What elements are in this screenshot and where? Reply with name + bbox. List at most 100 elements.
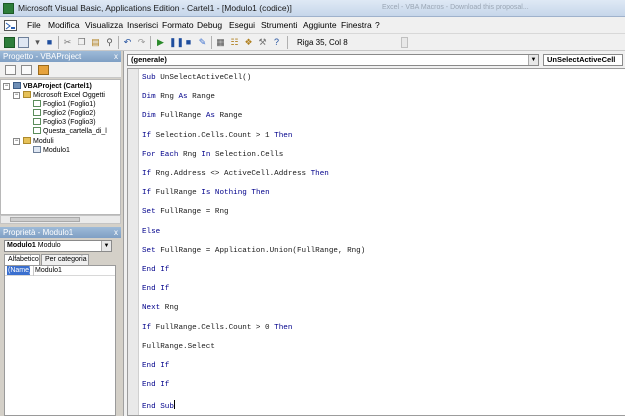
worksheet-icon	[33, 100, 41, 107]
code-editor[interactable]: Sub UnSelectActiveCell() Dim Rng As Range…	[127, 68, 625, 416]
workbook-icon	[33, 127, 41, 134]
properties-window-icon[interactable]: ☷	[229, 37, 240, 48]
menu-formato[interactable]: Formato	[162, 20, 194, 30]
collapse-icon[interactable]: −	[13, 138, 20, 145]
tree-node-foglio1[interactable]: Foglio1 (Foglio1)	[33, 100, 96, 109]
code-keyword: End If	[142, 285, 170, 294]
reset-icon[interactable]: ■	[183, 37, 194, 48]
collapse-icon[interactable]: −	[3, 83, 10, 90]
folder-icon	[23, 137, 31, 144]
paste-icon[interactable]: ▤	[90, 37, 101, 48]
view-object-icon[interactable]	[21, 65, 32, 75]
run-icon[interactable]: ▶	[155, 37, 166, 48]
property-row-name[interactable]: (Name) Modulo1	[5, 266, 115, 276]
tree-node-foglio3[interactable]: Foglio3 (Foglio3)	[33, 118, 96, 127]
menu-visualizza[interactable]: Visualizza	[85, 20, 123, 30]
tab-alfabetico[interactable]: Alfabetico	[4, 254, 40, 265]
object-selector[interactable]: Modulo1 Modulo ▼	[4, 240, 112, 252]
code-line[interactable]: If Selection.Cells.Count > 1 Then	[142, 132, 292, 140]
pause-icon[interactable]: ❚❚	[169, 37, 184, 48]
code-line[interactable]: Else	[142, 228, 160, 236]
code-text: FullRange = Rng	[155, 208, 229, 217]
menu-inserisci[interactable]: Inserisci	[127, 20, 158, 30]
code-line[interactable]: If FullRange Is Nothing Then	[142, 189, 270, 197]
menu-modifica[interactable]: Modifica	[48, 20, 80, 30]
project-panel-close-button[interactable]: x	[114, 51, 118, 62]
cut-icon[interactable]: ✂	[62, 37, 73, 48]
menu-strumenti[interactable]: Strumenti	[261, 20, 297, 30]
code-line[interactable]: Set FullRange = Application.Union(FullRa…	[142, 247, 365, 255]
tree-node-project[interactable]: VBAProject (Cartel1)	[13, 82, 92, 91]
code-keyword: Then	[274, 131, 293, 140]
toggle-folders-icon[interactable]	[38, 65, 49, 75]
project-tree-scrollbar[interactable]	[0, 215, 121, 224]
view-excel-icon[interactable]	[4, 37, 15, 48]
tree-node-moduli[interactable]: Moduli	[23, 137, 54, 146]
chevron-down-icon[interactable]: ▼	[528, 55, 538, 65]
title-bar: Microsoft Visual Basic, Applications Edi…	[0, 0, 625, 17]
code-line[interactable]: End If	[142, 266, 169, 274]
property-value[interactable]: Modulo1	[35, 266, 62, 275]
scrollbar-thumb[interactable]	[10, 217, 80, 222]
code-text: Rng	[160, 304, 179, 313]
worksheet-icon	[33, 118, 41, 125]
vba-menu-icon[interactable]	[4, 20, 17, 31]
code-line[interactable]: Sub UnSelectActiveCell()	[142, 74, 251, 82]
code-line[interactable]: If FullRange.Cells.Count > 0 Then	[142, 324, 292, 332]
project-explorer-icon[interactable]: ▦	[215, 37, 226, 48]
object-browser-icon[interactable]: ❖	[243, 37, 254, 48]
menu-file[interactable]: File	[27, 20, 41, 30]
code-line[interactable]: End Sub	[142, 400, 175, 411]
copy-icon[interactable]: ❐	[76, 37, 87, 48]
menu-bar: File Modifica Visualizza Inserisci Forma…	[0, 17, 625, 34]
code-line[interactable]: End If	[142, 381, 169, 389]
object-combo[interactable]: (generale) ▼	[127, 54, 539, 66]
code-keyword: Dim	[142, 93, 156, 102]
code-line[interactable]: Set FullRange = Rng	[142, 208, 229, 216]
code-margin[interactable]	[128, 69, 139, 415]
tree-node-foglio2[interactable]: Foglio2 (Foglio2)	[33, 109, 96, 118]
code-text: FullRange.Select	[142, 342, 215, 351]
code-line[interactable]: For Each Rng In Selection.Cells	[142, 151, 283, 159]
insert-module-icon[interactable]	[18, 37, 29, 48]
code-line[interactable]: Dim Rng As Range	[142, 93, 215, 101]
code-line[interactable]: Next Rng	[142, 304, 178, 312]
code-line[interactable]: Dim FullRange As Range	[142, 112, 242, 120]
redo-icon[interactable]: ↷	[136, 37, 147, 48]
tree-node-workbook[interactable]: Questa_cartella_di_l	[33, 127, 107, 136]
menu-debug[interactable]: Debug	[197, 20, 222, 30]
vba-app-icon	[3, 3, 14, 14]
code-line[interactable]: FullRange.Select	[142, 343, 215, 351]
toolbar-overflow-button[interactable]	[401, 37, 408, 48]
code-keyword: Sub	[142, 74, 156, 82]
menu-help[interactable]: ?	[375, 20, 380, 30]
collapse-icon[interactable]: −	[13, 92, 20, 99]
toolbar-separator	[211, 36, 212, 49]
tree-node-excel-objects[interactable]: Microsoft Excel Oggetti	[23, 91, 105, 100]
save-icon[interactable]: ■	[44, 37, 55, 48]
undo-icon[interactable]: ↶	[122, 37, 133, 48]
find-icon[interactable]: ⚲	[104, 37, 115, 48]
procedure-combo[interactable]: UnSelectActiveCell	[543, 54, 623, 66]
view-code-icon[interactable]	[5, 65, 16, 75]
dropdown-arrow-icon[interactable]: ▾	[32, 37, 43, 48]
tab-per-categoria[interactable]: Per categoria	[41, 254, 89, 265]
design-mode-icon[interactable]: ✎	[197, 37, 208, 48]
chevron-down-icon[interactable]: ▼	[101, 241, 111, 251]
toolbar-separator	[150, 36, 151, 49]
code-keyword: Else	[142, 227, 161, 236]
tree-node-modulo1[interactable]: Modulo1	[33, 146, 70, 155]
menu-finestra[interactable]: Finestra	[341, 20, 372, 30]
procedure-combo-value: UnSelectActiveCell	[547, 55, 616, 64]
column-divider	[33, 266, 34, 276]
menu-aggiunte[interactable]: Aggiunte	[303, 20, 337, 30]
properties-panel-close-button[interactable]: x	[114, 227, 118, 238]
code-text: Rng	[178, 150, 202, 159]
code-line[interactable]: End If	[142, 362, 169, 370]
code-line[interactable]: If Rng.Address <> ActiveCell.Address The…	[142, 170, 329, 178]
code-line[interactable]: End If	[142, 285, 169, 293]
help-icon[interactable]: ?	[271, 37, 282, 48]
toolbox-icon[interactable]: ⚒	[257, 37, 268, 48]
properties-grid: (Name) Modulo1	[4, 265, 116, 416]
menu-esegui[interactable]: Esegui	[229, 20, 255, 30]
